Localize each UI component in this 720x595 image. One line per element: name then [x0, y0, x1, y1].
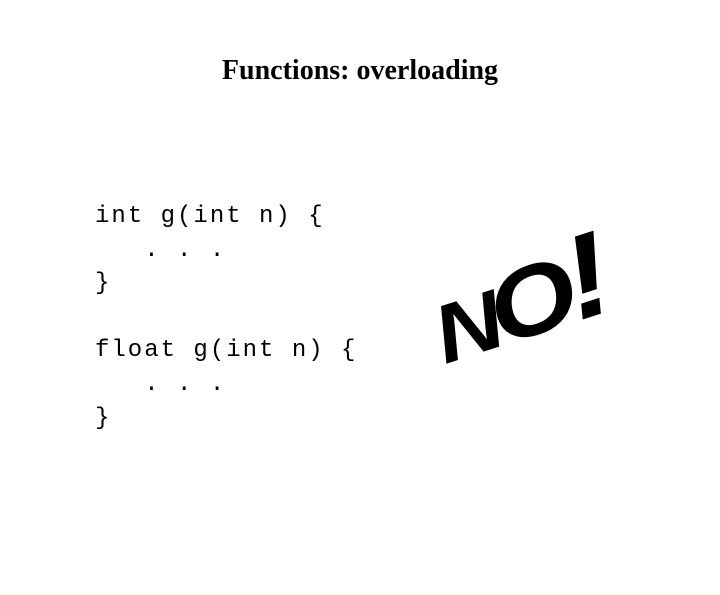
- code-example: int g(int n) { . . . } float g(int n) { …: [95, 200, 357, 435]
- no-stamp: N O !: [412, 205, 628, 391]
- slide-title: Functions: overloading: [0, 55, 720, 87]
